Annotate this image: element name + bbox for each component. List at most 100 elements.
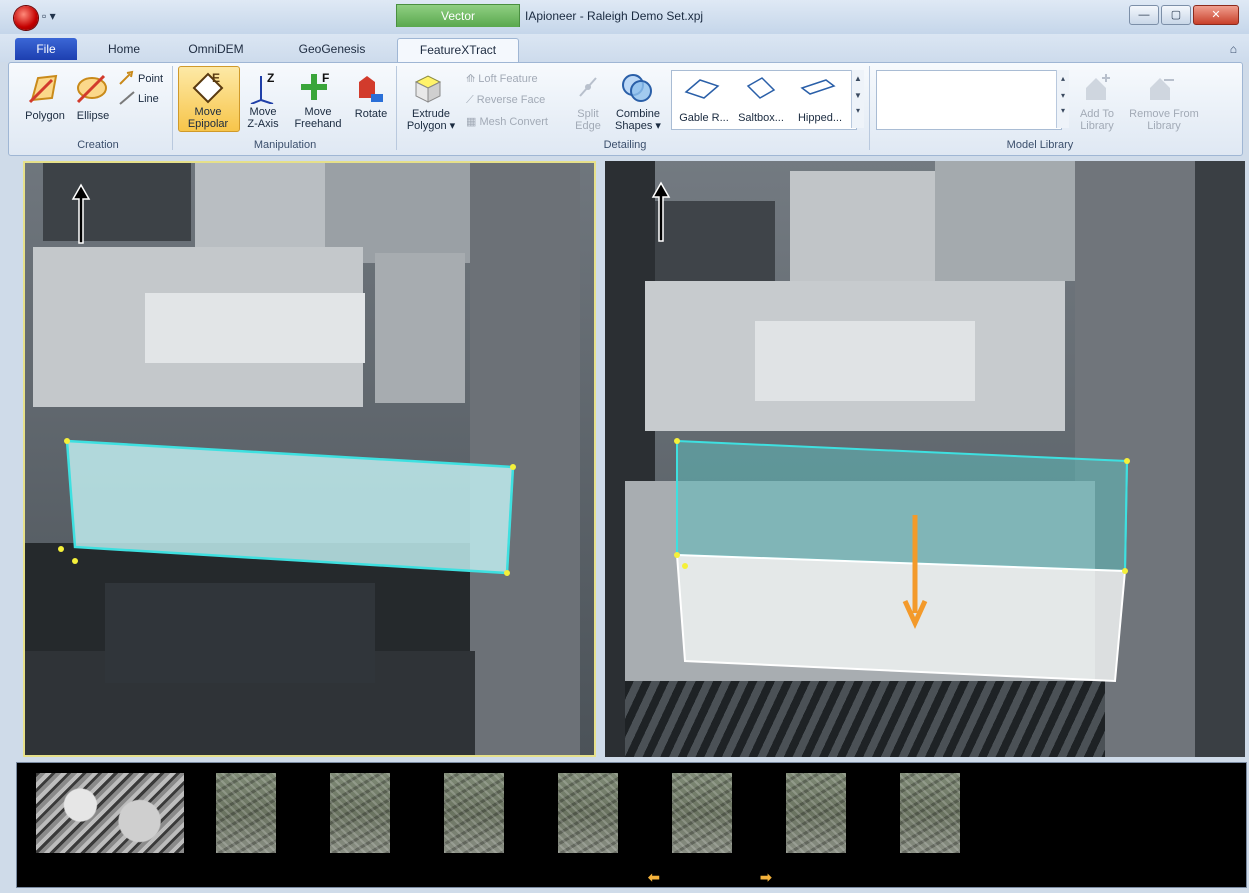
polygon-tool-icon — [28, 74, 58, 104]
north-arrow-icon — [651, 181, 671, 242]
move-z-axis-label: Move Z-Axis — [240, 106, 286, 130]
z-axis-icon: Z — [250, 71, 274, 105]
remove-from-library-label: Remove From Library — [1124, 108, 1204, 132]
hipped-roof-icon[interactable] — [798, 74, 838, 107]
gallery-item-saltbox[interactable]: Saltbox... — [732, 112, 790, 124]
polygon-button[interactable] — [26, 70, 62, 111]
filmstrip-thumbnail-dem[interactable] — [36, 773, 184, 853]
move-freehand-icon: F — [301, 71, 329, 100]
extrude-label-line2: Polygon ▾ — [406, 120, 456, 132]
svg-text:F: F — [322, 71, 329, 85]
app-menu-icon[interactable] — [14, 6, 38, 30]
filmstrip-thumbnail[interactable] — [900, 773, 960, 853]
gallery-up-icon[interactable]: ▲ — [852, 74, 864, 83]
add-to-library-button[interactable] — [1082, 74, 1112, 107]
ellipse-label: Ellipse — [76, 110, 110, 122]
rotate-icon — [359, 76, 383, 102]
move-epipolar-label-line1: Move — [194, 106, 222, 118]
gallery-more-icon[interactable]: ▾ — [852, 106, 864, 115]
tab-geogenesis[interactable]: GeoGenesis — [287, 38, 377, 60]
filmstrip-thumbnail[interactable] — [786, 773, 846, 853]
library-more-icon[interactable]: ▾ — [1057, 106, 1069, 115]
reverse-face-label: Reverse Face — [476, 94, 546, 106]
line-button[interactable] — [118, 90, 136, 111]
gallery-item-hipped[interactable]: Hipped... — [790, 112, 850, 124]
rotate-button[interactable] — [353, 72, 387, 109]
remove-from-library-button[interactable] — [1146, 74, 1176, 107]
extrude-polygon-button[interactable] — [412, 72, 444, 109]
split-edge-label-line2: Edge — [575, 120, 601, 132]
context-tab-group-label: Vector — [396, 4, 520, 27]
north-arrow-icon — [71, 183, 91, 244]
prev-arrow-icon[interactable]: ⬅ — [648, 869, 660, 886]
add-to-library-label: Add To Library — [1072, 108, 1122, 132]
gallery-scrollbar[interactable]: ▲ ▼ ▾ — [851, 70, 864, 128]
move-z-axis-label-line2: Z-Axis — [247, 118, 279, 130]
extrude-polygon-label: Extrude Polygon ▾ — [404, 108, 458, 132]
quick-access-toolbar[interactable]: ▫ ▾ — [42, 9, 56, 23]
combine-shapes-button[interactable] — [620, 72, 654, 109]
group-separator — [869, 66, 870, 150]
move-z-axis-label-line1: Move — [249, 106, 277, 118]
window-title: IApioneer - Raleigh Demo Set.xpj — [525, 9, 704, 23]
add-library-label-line2: Library — [1080, 120, 1114, 132]
maximize-button[interactable]: ▢ — [1161, 5, 1191, 25]
move-epipolar-label: Move Epipolar — [180, 106, 236, 130]
move-z-axis-button[interactable]: Z — [245, 70, 281, 109]
filmstrip-thumbnail[interactable] — [216, 773, 276, 853]
split-edge-icon — [579, 77, 597, 97]
filmstrip-thumbnail[interactable] — [672, 773, 732, 853]
combine-shapes-icon — [622, 74, 652, 102]
feature-polygon-overlay — [674, 438, 1130, 683]
model-library-list[interactable] — [876, 70, 1062, 130]
rotate-label: Rotate — [354, 108, 388, 120]
filmstrip-thumbnail[interactable] — [330, 773, 390, 853]
ellipse-button[interactable] — [74, 70, 110, 111]
point-tool-icon — [119, 70, 134, 85]
down-arrow-icon — [902, 515, 928, 630]
library-down-icon[interactable]: ▾ — [1057, 91, 1069, 100]
line-label[interactable]: Line — [138, 93, 159, 105]
house-add-icon — [1086, 74, 1110, 100]
move-freehand-button[interactable]: F — [298, 70, 334, 109]
next-arrow-icon[interactable]: ➡ — [760, 869, 772, 886]
move-freehand-label: Move Freehand — [290, 106, 346, 130]
filmstrip-thumbnail[interactable] — [444, 773, 504, 853]
tab-omnidem[interactable]: OmniDEM — [178, 38, 254, 60]
tab-featurextract[interactable]: FeatureXTract — [397, 38, 519, 64]
filmstrip-thumbnail[interactable] — [558, 773, 618, 853]
house-remove-icon — [1150, 78, 1174, 100]
saltbox-roof-icon[interactable] — [740, 74, 780, 107]
image-filmstrip — [16, 762, 1247, 888]
gallery-item-gable[interactable]: Gable R... — [674, 112, 734, 124]
extrude-label-line1: Extrude — [412, 108, 450, 120]
mesh-convert-button[interactable]: ▦ Mesh Convert — [466, 116, 548, 128]
group-label-creation: Creation — [77, 139, 119, 151]
combine-shapes-label: Combine Shapes ▾ — [612, 108, 664, 132]
remove-library-label-line1: Remove From — [1129, 108, 1199, 120]
group-separator — [396, 66, 397, 150]
tab-home[interactable]: Home — [93, 38, 155, 60]
split-edge-button[interactable] — [576, 74, 600, 105]
gallery-down-icon[interactable]: ▼ — [852, 91, 864, 100]
close-button[interactable]: ✕ — [1193, 5, 1239, 25]
gable-roof-icon[interactable] — [682, 74, 722, 107]
point-button[interactable] — [118, 70, 136, 91]
point-label[interactable]: Point — [138, 73, 163, 85]
minimize-button[interactable]: — — [1129, 5, 1159, 25]
group-label-detailing: Detailing — [603, 139, 647, 151]
group-label-manipulation: Manipulation — [253, 139, 317, 151]
remove-library-label-line2: Library — [1147, 120, 1181, 132]
library-scrollbar[interactable]: ▴ ▾ ▾ — [1056, 70, 1069, 128]
tab-file[interactable]: File — [15, 38, 77, 60]
move-epipolar-icon: E — [190, 70, 226, 109]
move-epipolar-label-line2: Epipolar — [187, 118, 229, 130]
library-up-icon[interactable]: ▴ — [1057, 74, 1069, 83]
group-label-model-library: Model Library — [1006, 139, 1074, 151]
reverse-face-button[interactable]: ⟋ Reverse Face — [466, 94, 545, 106]
left-stereo-viewport[interactable] — [23, 161, 596, 757]
ribbon-minimize-icon[interactable]: ⌂ — [1230, 42, 1237, 56]
right-stereo-viewport[interactable] — [605, 161, 1245, 757]
split-edge-label: Split Edge — [571, 108, 605, 132]
loft-feature-button[interactable]: ⟰ Loft Feature — [466, 73, 538, 85]
